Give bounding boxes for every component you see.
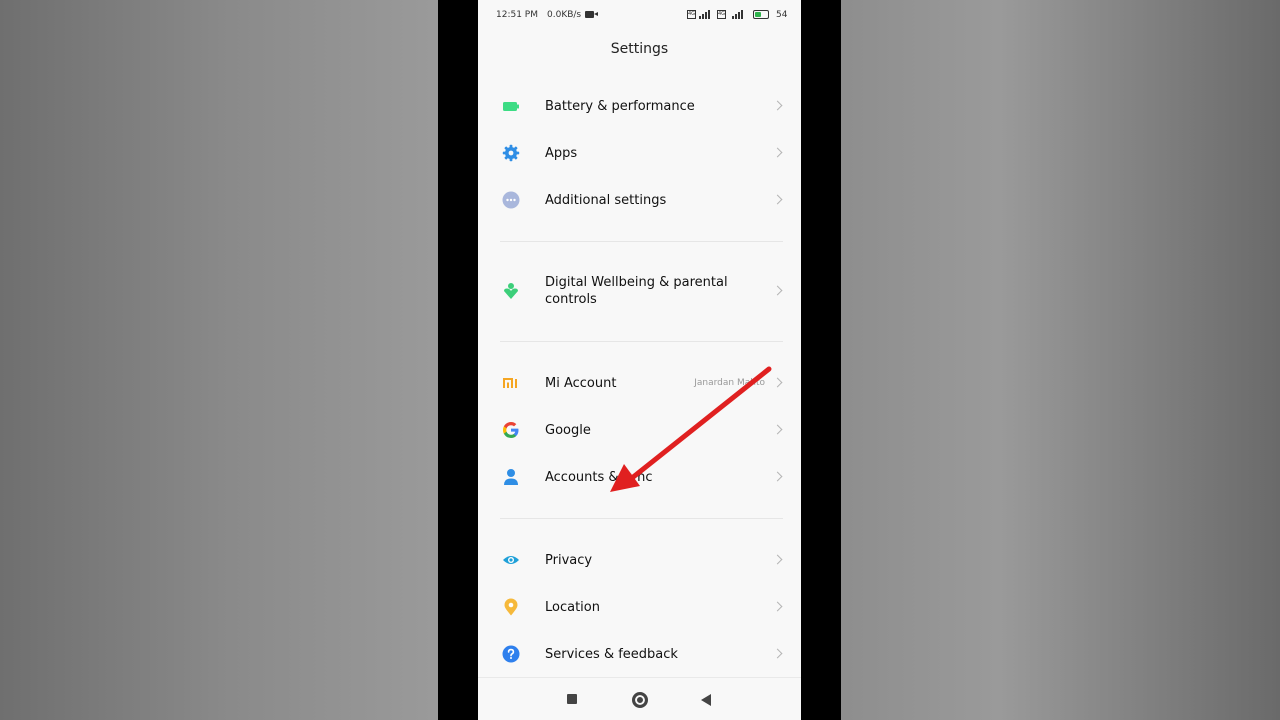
settings-item-label: Digital Wellbeing & parental controls <box>545 275 728 307</box>
settings-item-label: Mi Account <box>545 375 617 391</box>
settings-item-label: Accounts & sync <box>545 469 653 485</box>
letterbox-right <box>801 0 841 720</box>
chevron-right-icon <box>772 194 783 205</box>
battery-fill <box>755 12 761 17</box>
settings-item-label: Privacy <box>545 552 593 568</box>
section-divider <box>500 518 783 519</box>
chevron-right-icon <box>772 601 783 612</box>
page-title: Settings <box>610 41 669 57</box>
settings-item-privacy[interactable]: Privacy <box>478 537 801 583</box>
chevron-right-icon <box>772 100 783 111</box>
settings-item-wellbeing[interactable]: Digital Wellbeing & parental controls <box>478 265 801 317</box>
back-triangle-icon[interactable] <box>686 678 726 720</box>
chevron-right-icon <box>772 147 783 158</box>
navigation-bar <box>478 677 801 720</box>
gear-icon <box>502 144 520 162</box>
settings-item-label: Services & feedback <box>545 646 678 662</box>
settings-item-label: Battery & performance <box>545 98 695 114</box>
settings-item-label: Apps <box>545 145 578 161</box>
recents-square-icon[interactable] <box>552 678 592 720</box>
video-camera-icon <box>585 11 598 18</box>
settings-item-accounts[interactable]: Accounts & sync <box>478 454 801 500</box>
chevron-right-icon <box>772 471 783 482</box>
signal-icon <box>732 10 743 19</box>
more-dots-icon <box>502 191 520 209</box>
chevron-right-icon <box>772 285 783 296</box>
status-bar: 12:51 PM 0.0KB/s 4G 4G 54 <box>478 0 801 30</box>
settings-item-label: Additional settings <box>545 192 667 208</box>
signal-icon <box>699 10 710 19</box>
settings-item-mi-account[interactable]: Mi Account Janardan Mahto <box>478 360 801 406</box>
settings-item-location[interactable]: Location <box>478 584 801 630</box>
settings-item-google[interactable]: Google <box>478 407 801 453</box>
mi-logo-icon <box>502 374 520 392</box>
chevron-right-icon <box>772 424 783 435</box>
help-icon <box>502 645 520 663</box>
chevron-right-icon <box>772 554 783 565</box>
status-time: 12:51 PM <box>496 10 538 20</box>
settings-item-services[interactable]: Services & feedback <box>478 631 801 677</box>
mi-account-user-name: Janardan Mahto <box>694 378 765 388</box>
sim1-badge: 4G <box>687 10 696 19</box>
settings-item-battery[interactable]: Battery & performance <box>478 83 801 129</box>
person-icon <box>502 468 520 486</box>
section-divider <box>500 341 783 342</box>
letterbox-left <box>438 0 478 720</box>
section-divider <box>500 241 783 242</box>
chevron-right-icon <box>772 377 783 388</box>
settings-item-additional[interactable]: Additional settings <box>478 177 801 223</box>
settings-item-label: Google <box>545 422 591 438</box>
battery-percent: 54 <box>776 10 788 20</box>
eye-icon <box>502 551 520 569</box>
chevron-right-icon <box>772 648 783 659</box>
google-icon <box>502 421 520 439</box>
home-circle-icon[interactable] <box>620 678 660 720</box>
battery-icon <box>502 97 520 115</box>
sim2-badge: 4G <box>717 10 726 19</box>
phone-screen: 12:51 PM 0.0KB/s 4G 4G 54 Settings Batte… <box>478 0 801 720</box>
settings-item-label: Location <box>545 599 600 615</box>
settings-item-apps[interactable]: Apps <box>478 130 801 176</box>
wellbeing-icon <box>502 282 520 300</box>
status-net-speed: 0.0KB/s <box>547 10 582 20</box>
battery-status-icon <box>753 10 769 19</box>
location-pin-icon <box>502 598 520 616</box>
